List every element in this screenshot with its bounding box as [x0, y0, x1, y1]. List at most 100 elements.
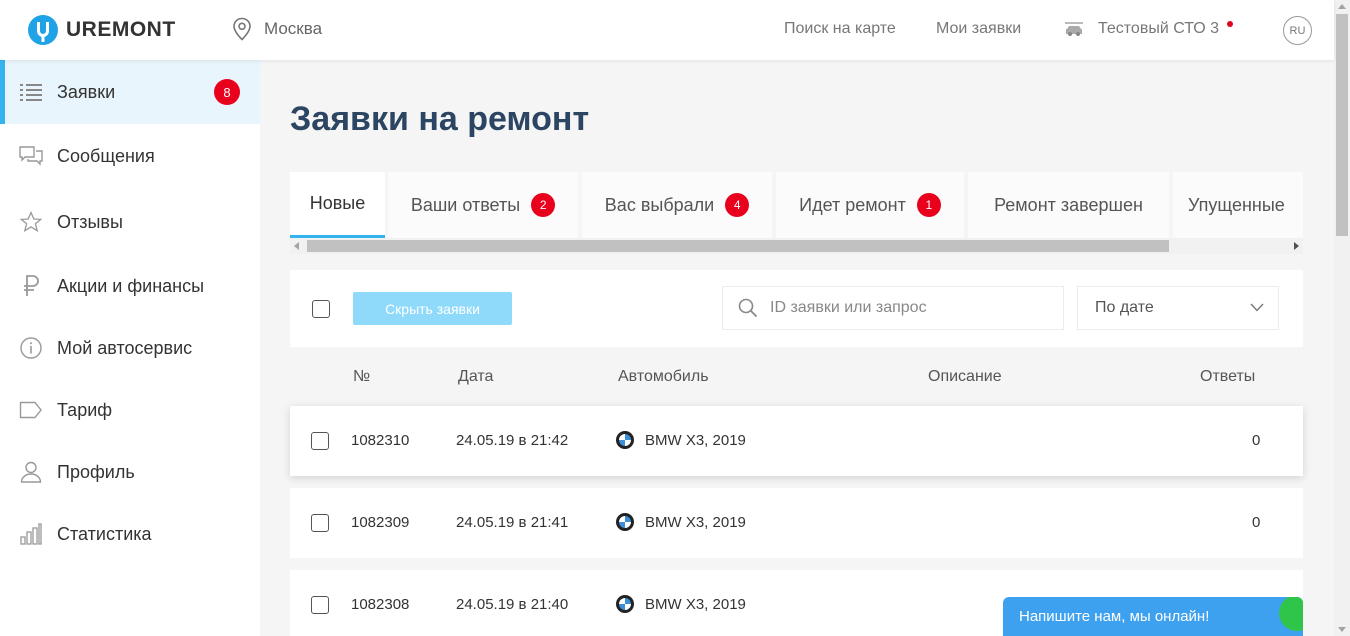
bmw-logo-icon	[616, 431, 634, 449]
sidebar-item-label: Профиль	[57, 461, 135, 482]
column-header-car: Автомобиль	[618, 368, 709, 385]
request-id: 1082310	[351, 432, 410, 449]
info-icon	[19, 336, 43, 360]
top-header: UREMONT Москва Поиск на карте Мои заявки…	[0, 0, 1334, 60]
scroll-left-icon[interactable]	[294, 242, 299, 250]
tab-in-repair[interactable]: Идет ремонт 1	[776, 172, 964, 238]
sidebar-item-label: Акции и финансы	[57, 275, 205, 296]
row-checkbox[interactable]	[311, 514, 329, 532]
service-name: Тестовый СТО 3	[1098, 20, 1220, 37]
request-id: 1082309	[351, 514, 410, 531]
sidebar-item-requests[interactable]: Заявки 8	[0, 60, 260, 124]
user-icon	[19, 460, 43, 484]
search-input[interactable]	[770, 299, 1050, 317]
logo[interactable]: UREMONT	[27, 14, 176, 46]
search-icon	[738, 298, 758, 318]
language-switch[interactable]: RU	[1283, 16, 1312, 45]
nav-my-requests[interactable]: Мои заявки	[936, 20, 1021, 38]
sort-select[interactable]: По дате	[1077, 286, 1279, 330]
sidebar-item-label: Сообщения	[57, 145, 155, 166]
tab-chosen-you[interactable]: Вас выбрали 4	[582, 172, 772, 238]
request-date: 24.05.19 в 21:41	[456, 514, 569, 531]
sidebar: Заявки 8 Сообщения Отзывы Акции и финанс…	[0, 60, 260, 636]
nav-map-search[interactable]: Поиск на карте	[784, 20, 896, 38]
tabs-scrollbar[interactable]	[290, 238, 1303, 254]
table-row[interactable]: 1082309 24.05.19 в 21:41 BMW X3, 2019 0	[290, 488, 1303, 558]
sort-value: По дате	[1095, 299, 1154, 316]
logo-text: UREMONT	[66, 18, 176, 41]
tab-badge: 2	[531, 193, 556, 217]
sidebar-item-label: Мой автосервис	[57, 337, 193, 358]
service-account[interactable]: Тестовый СТО 3	[1064, 20, 1234, 38]
bmw-logo-icon	[616, 595, 634, 613]
city-selector[interactable]: Москва	[232, 17, 322, 41]
page-scrollbar[interactable]	[1334, 0, 1350, 636]
scroll-up-icon[interactable]	[1338, 4, 1346, 9]
notification-dot	[1227, 21, 1234, 27]
chat-widget-button[interactable]: Напишите нам, мы онлайн!	[1003, 597, 1303, 636]
car-service-icon	[1065, 22, 1083, 36]
sidebar-item-reviews[interactable]: Отзывы	[0, 190, 260, 254]
tab-label: Идет ремонт	[799, 194, 906, 215]
car-label: BMW X3, 2019	[645, 513, 746, 531]
request-answers: 0	[1252, 514, 1261, 531]
request-answers: 0	[1252, 432, 1261, 449]
row-checkbox[interactable]	[311, 432, 329, 450]
column-header-answers: Ответы	[1200, 368, 1256, 385]
sidebar-item-my-service[interactable]: Мой автосервис	[0, 316, 260, 380]
scroll-right-icon[interactable]	[1294, 242, 1299, 250]
chevron-down-icon	[1250, 303, 1264, 312]
bmw-logo-icon	[616, 513, 634, 531]
tab-your-answers[interactable]: Ваши ответы 2	[388, 172, 578, 238]
tab-repair-done[interactable]: Ремонт завершен	[968, 172, 1169, 238]
scrollbar-thumb[interactable]	[1336, 14, 1348, 236]
tab-label: Ваши ответы	[410, 194, 521, 215]
sidebar-item-finance[interactable]: Акции и финансы	[0, 254, 260, 318]
hide-requests-button[interactable]: Скрыть заявки	[353, 292, 512, 325]
sidebar-item-messages[interactable]: Сообщения	[0, 124, 260, 188]
column-header-description: Описание	[928, 368, 1002, 385]
request-date: 24.05.19 в 21:42	[456, 432, 569, 449]
column-header-date: Дата	[458, 368, 494, 385]
scrollbar-thumb[interactable]	[307, 240, 1169, 252]
list-icon	[19, 80, 43, 104]
online-indicator-icon	[1279, 597, 1303, 631]
sidebar-item-label: Тариф	[57, 399, 113, 420]
request-car: BMW X3, 2019	[616, 431, 746, 449]
table-row[interactable]: 1082310 24.05.19 в 21:42 BMW X3, 2019 0	[290, 406, 1303, 476]
messages-icon	[19, 144, 43, 168]
search-box	[722, 286, 1064, 330]
car-label: BMW X3, 2019	[645, 431, 746, 449]
tag-icon	[19, 398, 43, 422]
request-car: BMW X3, 2019	[616, 513, 746, 531]
requests-count-badge: 8	[214, 79, 240, 105]
tab-label: Новые	[309, 193, 366, 213]
car-label: BMW X3, 2019	[645, 595, 746, 613]
chat-label: Напишите нам, мы онлайн!	[1019, 608, 1210, 625]
column-header-number: №	[353, 368, 371, 385]
sidebar-item-label: Отзывы	[57, 211, 123, 232]
requests-toolbar: Скрыть заявки По дате	[290, 270, 1303, 347]
sidebar-item-statistics[interactable]: Статистика	[0, 502, 260, 566]
tab-new[interactable]: Новые	[290, 172, 385, 238]
location-pin-icon	[233, 17, 251, 41]
request-id: 1082308	[351, 596, 410, 613]
request-date: 24.05.19 в 21:40	[456, 596, 569, 613]
star-icon	[19, 210, 43, 234]
select-all-checkbox[interactable]	[312, 300, 330, 318]
tab-badge: 1	[916, 193, 941, 217]
sidebar-item-label: Статистика	[57, 523, 152, 544]
ruble-icon	[19, 274, 43, 298]
tab-label: Ремонт завершен	[994, 194, 1143, 215]
sidebar-item-label: Заявки	[57, 81, 116, 102]
request-car: BMW X3, 2019	[616, 595, 746, 613]
sidebar-item-tariff[interactable]: Тариф	[0, 378, 260, 442]
uremont-logo-icon	[28, 15, 58, 45]
city-label: Москва	[264, 19, 323, 38]
scroll-down-icon[interactable]	[1338, 627, 1346, 632]
tab-label: Упущенные	[1188, 194, 1285, 215]
stats-icon	[19, 522, 43, 546]
sidebar-item-profile[interactable]: Профиль	[0, 440, 260, 504]
row-checkbox[interactable]	[311, 596, 329, 614]
tab-missed[interactable]: Упущенные	[1173, 172, 1303, 238]
